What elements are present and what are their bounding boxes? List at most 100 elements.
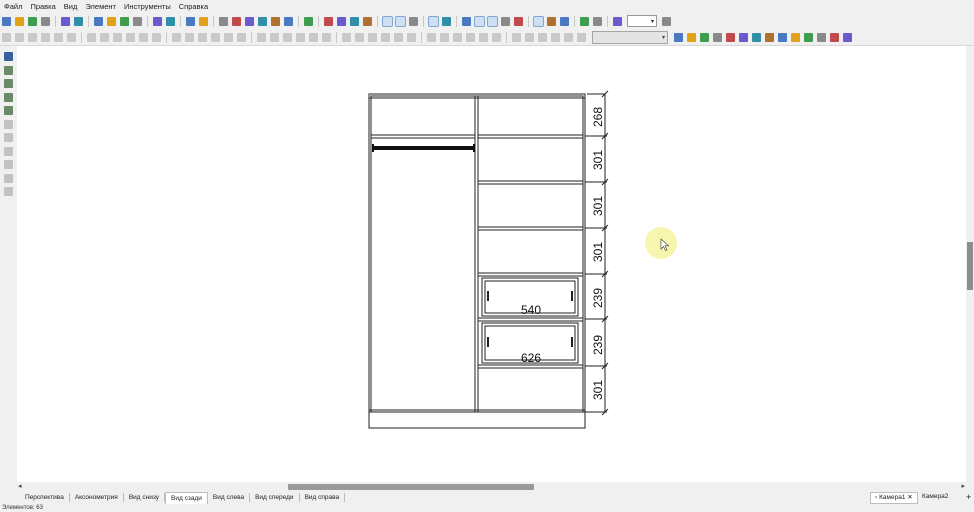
dimension-icon[interactable] [4, 79, 13, 88]
eye-icon[interactable] [514, 16, 523, 26]
lock-icon[interactable] [152, 32, 161, 42]
tool-n-icon[interactable] [538, 32, 547, 42]
select-arrow-icon[interactable] [4, 52, 13, 61]
copy-props-icon[interactable] [687, 32, 696, 42]
stop-icon[interactable] [843, 32, 852, 42]
menu-file[interactable]: Файл [0, 2, 26, 11]
tool-e-icon[interactable] [407, 32, 416, 42]
tool-i-icon[interactable] [466, 32, 475, 42]
tab-left-view[interactable]: Вид слева [208, 493, 251, 502]
view-render-icon[interactable] [363, 16, 372, 26]
hanger-icon[interactable] [4, 173, 13, 183]
redo-alt-icon[interactable] [778, 32, 787, 42]
mirror-y-icon[interactable] [198, 32, 207, 42]
tab-bottom-view[interactable]: Вид снизу [124, 493, 166, 502]
align-bottom-icon[interactable] [67, 32, 76, 42]
align-left-icon[interactable] [2, 32, 11, 42]
unlock-icon[interactable] [172, 32, 181, 42]
hinge-icon[interactable] [4, 160, 13, 169]
mirror-x-icon[interactable] [185, 32, 194, 42]
table-icon[interactable] [501, 16, 510, 26]
tab-back-view[interactable]: Вид сзади [165, 491, 208, 504]
view-shaded-icon[interactable] [350, 16, 359, 26]
ungroup-icon[interactable] [139, 32, 148, 42]
view-wire-icon[interactable] [337, 16, 346, 26]
flip-icon[interactable] [791, 32, 800, 42]
align-middle-icon[interactable] [54, 32, 63, 42]
vertical-scroll-thumb[interactable] [967, 242, 973, 290]
connect-icon[interactable] [245, 16, 254, 26]
menu-element[interactable]: Элемент [81, 2, 120, 11]
panel-icon[interactable] [4, 65, 13, 75]
material-dropdown[interactable]: ▾ [592, 30, 668, 44]
align-icon[interactable] [739, 32, 748, 42]
tab-perspective[interactable]: Перспектива [20, 493, 70, 502]
grid-icon[interactable] [428, 15, 439, 27]
menu-help[interactable]: Справка [175, 2, 212, 11]
distribute-v-icon[interactable] [100, 32, 109, 42]
pin-icon[interactable] [342, 32, 351, 42]
vertical-scrollbar[interactable] [966, 46, 974, 482]
tool-l-icon[interactable] [512, 32, 521, 42]
tab-camera2[interactable]: Камера2 [918, 492, 952, 502]
zoom-combo[interactable]: ▾ [627, 15, 657, 27]
tool-j-icon[interactable] [479, 32, 488, 42]
tool-p-icon[interactable] [564, 32, 573, 42]
save-icon[interactable] [28, 16, 37, 26]
tab-front-view[interactable]: Вид спереди [250, 493, 300, 502]
layer-down-icon[interactable] [322, 32, 331, 42]
scroll-left-icon[interactable]: ◂ [18, 482, 22, 491]
cube-icon[interactable] [271, 16, 280, 26]
close-icon[interactable]: ✕ [907, 494, 912, 501]
eraser-icon[interactable] [4, 119, 13, 129]
tag-icon[interactable] [462, 16, 471, 26]
rotate-left-icon[interactable] [211, 32, 220, 42]
measure-icon[interactable] [270, 32, 279, 42]
rotate-icon[interactable] [713, 32, 722, 42]
tool-k-icon[interactable] [492, 32, 501, 42]
spread-icon[interactable] [752, 32, 761, 42]
select-box-icon[interactable] [487, 15, 498, 27]
zoom-in-icon[interactable] [662, 16, 671, 26]
tool-o-icon[interactable] [551, 32, 560, 42]
add-camera-icon[interactable]: + [962, 492, 974, 502]
open-folder-icon[interactable] [15, 16, 24, 26]
menu-view[interactable]: Вид [60, 2, 82, 11]
menu-tools[interactable]: Инструменты [120, 2, 175, 11]
distribute-h-icon[interactable] [87, 32, 96, 42]
horizontal-scroll-thumb[interactable] [288, 484, 534, 490]
group-icon[interactable] [126, 32, 135, 42]
frame2-icon[interactable] [395, 15, 406, 27]
pipette-icon[interactable] [4, 106, 13, 115]
tool-f-icon[interactable] [427, 32, 436, 42]
tool-d-icon[interactable] [394, 32, 403, 42]
tool-b-icon[interactable] [368, 32, 377, 42]
light-icon[interactable] [284, 16, 293, 26]
tab-axonometry[interactable]: Аксонометрия [70, 493, 124, 502]
tool-m-icon[interactable] [525, 32, 534, 42]
ruler-icon[interactable] [4, 92, 13, 102]
cut-icon[interactable] [94, 16, 103, 26]
menu-edit[interactable]: Правка [26, 2, 59, 11]
tool-q-icon[interactable] [577, 32, 586, 42]
section-icon[interactable] [283, 32, 292, 42]
zoom-small-icon[interactable] [613, 16, 622, 26]
frame3-icon[interactable] [409, 16, 418, 26]
library-icon[interactable] [304, 16, 313, 26]
tool-g-icon[interactable] [440, 32, 449, 42]
undo-alt-icon[interactable] [765, 32, 774, 42]
delete-icon[interactable] [133, 16, 142, 26]
view-front-icon[interactable] [324, 16, 333, 26]
ellipse-icon[interactable] [804, 32, 813, 42]
drawing-canvas[interactable]: 268 301 301 301 239 239 301 540 626 [17, 46, 967, 482]
tool-a-icon[interactable] [355, 32, 364, 42]
zoom-tool-icon[interactable] [4, 187, 13, 196]
align-right-icon[interactable] [28, 32, 37, 42]
align-top-icon[interactable] [41, 32, 50, 42]
target-icon[interactable] [593, 16, 602, 26]
camera-small-icon[interactable] [830, 32, 839, 42]
frame1-icon[interactable] [382, 15, 393, 27]
copy-icon[interactable] [107, 16, 116, 26]
stack-icon[interactable] [817, 32, 826, 42]
brush-icon[interactable] [4, 146, 13, 156]
